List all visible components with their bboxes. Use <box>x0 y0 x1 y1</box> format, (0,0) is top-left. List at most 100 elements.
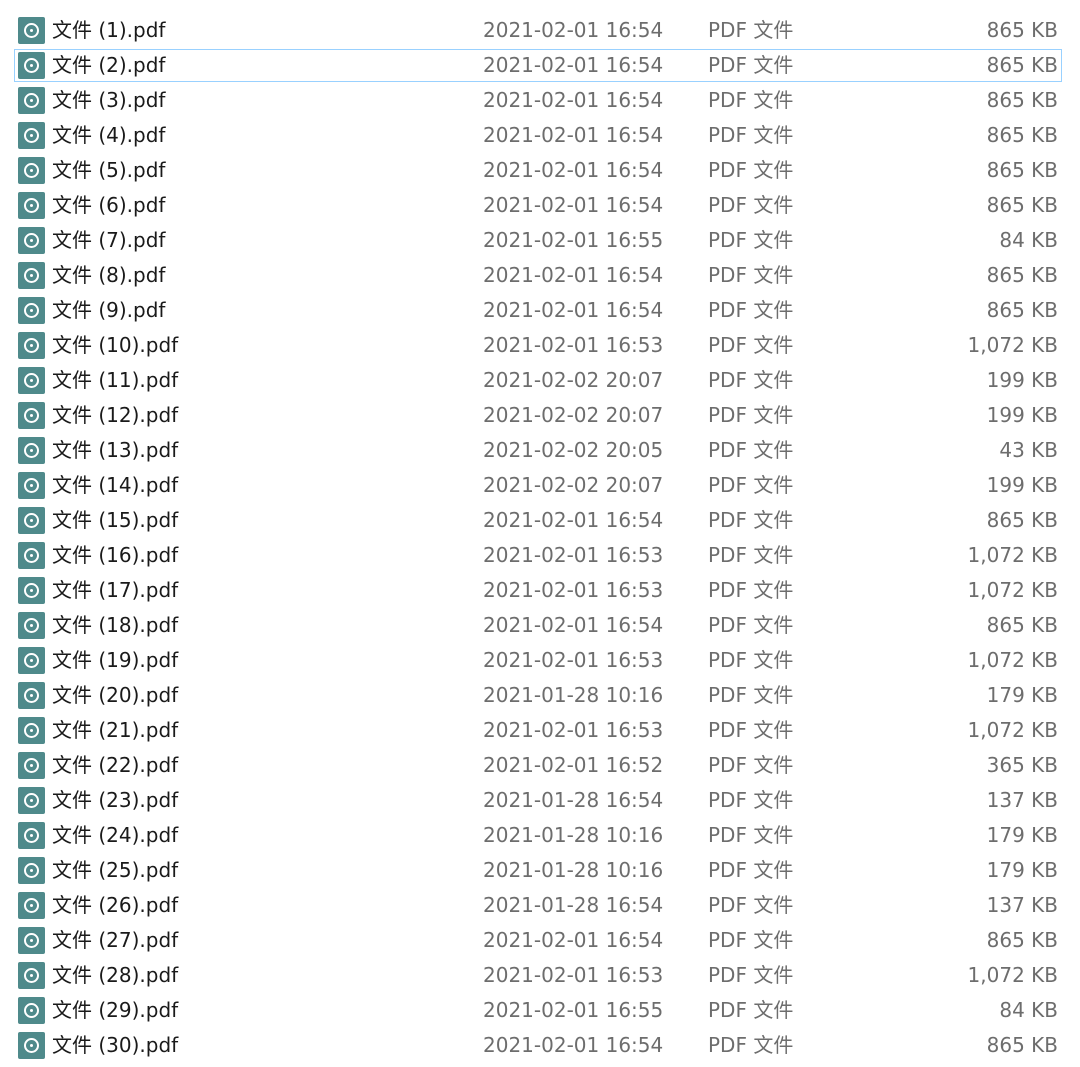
file-name: 文件 (12).pdf <box>52 403 179 427</box>
file-row[interactable]: 文件 (29).pdf 2021-02-01 16:55 PDF 文件 84 K… <box>0 994 1080 1029</box>
pdf-file-icon <box>18 1032 45 1059</box>
file-row[interactable]: 文件 (11).pdf 2021-02-02 20:07 PDF 文件 199 … <box>0 364 1080 399</box>
file-row[interactable]: 文件 (7).pdf 2021-02-01 16:55 PDF 文件 84 KB <box>0 224 1080 259</box>
pdf-file-icon <box>18 472 45 499</box>
file-type: PDF 文件 <box>708 508 794 532</box>
file-size: 179 KB <box>986 858 1058 882</box>
file-type: PDF 文件 <box>708 333 794 357</box>
file-size: 865 KB <box>986 298 1058 322</box>
file-name: 文件 (8).pdf <box>52 263 166 287</box>
file-type: PDF 文件 <box>708 963 794 987</box>
pdf-file-icon <box>18 962 45 989</box>
file-name: 文件 (1).pdf <box>52 18 166 42</box>
pdf-file-icon <box>18 787 45 814</box>
file-size: 199 KB <box>986 403 1058 427</box>
file-type: PDF 文件 <box>708 193 794 217</box>
file-row[interactable]: 文件 (6).pdf 2021-02-01 16:54 PDF 文件 865 K… <box>0 189 1080 224</box>
pdf-file-icon <box>18 717 45 744</box>
file-row[interactable]: 文件 (30).pdf 2021-02-01 16:54 PDF 文件 865 … <box>0 1029 1080 1064</box>
pdf-file-icon <box>18 87 45 114</box>
pdf-file-icon <box>18 122 45 149</box>
file-row[interactable]: 文件 (17).pdf 2021-02-01 16:53 PDF 文件 1,07… <box>0 574 1080 609</box>
file-name: 文件 (29).pdf <box>52 998 179 1022</box>
file-size: 84 KB <box>999 228 1058 252</box>
file-row[interactable]: 文件 (26).pdf 2021-01-28 16:54 PDF 文件 137 … <box>0 889 1080 924</box>
file-size: 1,072 KB <box>967 333 1058 357</box>
file-row[interactable]: 文件 (22).pdf 2021-02-01 16:52 PDF 文件 365 … <box>0 749 1080 784</box>
file-name: 文件 (9).pdf <box>52 298 166 322</box>
file-modified-date: 2021-02-01 16:53 <box>483 648 664 672</box>
file-modified-date: 2021-01-28 10:16 <box>483 823 664 847</box>
file-row[interactable]: 文件 (23).pdf 2021-01-28 16:54 PDF 文件 137 … <box>0 784 1080 819</box>
file-size: 365 KB <box>986 753 1058 777</box>
file-row[interactable]: 文件 (25).pdf 2021-01-28 10:16 PDF 文件 179 … <box>0 854 1080 889</box>
pdf-file-icon <box>18 997 45 1024</box>
pdf-file-icon <box>18 157 45 184</box>
file-size: 1,072 KB <box>967 963 1058 987</box>
file-modified-date: 2021-02-01 16:54 <box>483 613 664 637</box>
file-modified-date: 2021-02-01 16:53 <box>483 718 664 742</box>
file-row[interactable]: 文件 (13).pdf 2021-02-02 20:05 PDF 文件 43 K… <box>0 434 1080 469</box>
file-modified-date: 2021-02-01 16:53 <box>483 543 664 567</box>
file-row[interactable]: 文件 (5).pdf 2021-02-01 16:54 PDF 文件 865 K… <box>0 154 1080 189</box>
file-modified-date: 2021-02-01 16:55 <box>483 228 664 252</box>
file-row[interactable]: 文件 (24).pdf 2021-01-28 10:16 PDF 文件 179 … <box>0 819 1080 854</box>
file-row[interactable]: 文件 (12).pdf 2021-02-02 20:07 PDF 文件 199 … <box>0 399 1080 434</box>
file-modified-date: 2021-02-01 16:54 <box>483 193 664 217</box>
file-modified-date: 2021-01-28 10:16 <box>483 683 664 707</box>
file-row[interactable]: 文件 (19).pdf 2021-02-01 16:53 PDF 文件 1,07… <box>0 644 1080 679</box>
file-row[interactable]: 文件 (8).pdf 2021-02-01 16:54 PDF 文件 865 K… <box>0 259 1080 294</box>
file-name: 文件 (15).pdf <box>52 508 179 532</box>
file-modified-date: 2021-02-01 16:54 <box>483 158 664 182</box>
file-modified-date: 2021-02-01 16:52 <box>483 753 664 777</box>
file-row[interactable]: 文件 (15).pdf 2021-02-01 16:54 PDF 文件 865 … <box>0 504 1080 539</box>
pdf-file-icon <box>18 437 45 464</box>
file-row[interactable]: 文件 (1).pdf 2021-02-01 16:54 PDF 文件 865 K… <box>0 14 1080 49</box>
pdf-file-icon <box>18 682 45 709</box>
file-size: 1,072 KB <box>967 578 1058 602</box>
file-row[interactable]: 文件 (2).pdf 2021-02-01 16:54 PDF 文件 865 K… <box>0 49 1080 84</box>
file-modified-date: 2021-02-01 16:53 <box>483 963 664 987</box>
file-modified-date: 2021-02-01 16:54 <box>483 18 664 42</box>
file-modified-date: 2021-02-02 20:05 <box>483 438 664 462</box>
file-modified-date: 2021-02-01 16:54 <box>483 263 664 287</box>
file-name: 文件 (18).pdf <box>52 613 179 637</box>
file-size: 84 KB <box>999 998 1058 1022</box>
file-row[interactable]: 文件 (14).pdf 2021-02-02 20:07 PDF 文件 199 … <box>0 469 1080 504</box>
file-modified-date: 2021-02-01 16:53 <box>483 578 664 602</box>
file-name: 文件 (19).pdf <box>52 648 179 672</box>
file-type: PDF 文件 <box>708 403 794 427</box>
pdf-file-icon <box>18 927 45 954</box>
file-row[interactable]: 文件 (18).pdf 2021-02-01 16:54 PDF 文件 865 … <box>0 609 1080 644</box>
file-row[interactable]: 文件 (3).pdf 2021-02-01 16:54 PDF 文件 865 K… <box>0 84 1080 119</box>
pdf-file-icon <box>18 647 45 674</box>
file-name: 文件 (3).pdf <box>52 88 166 112</box>
file-type: PDF 文件 <box>708 718 794 742</box>
file-row[interactable]: 文件 (20).pdf 2021-01-28 10:16 PDF 文件 179 … <box>0 679 1080 714</box>
pdf-file-icon <box>18 857 45 884</box>
file-row[interactable]: 文件 (16).pdf 2021-02-01 16:53 PDF 文件 1,07… <box>0 539 1080 574</box>
file-row[interactable]: 文件 (27).pdf 2021-02-01 16:54 PDF 文件 865 … <box>0 924 1080 959</box>
file-size: 865 KB <box>986 123 1058 147</box>
file-row[interactable]: 文件 (28).pdf 2021-02-01 16:53 PDF 文件 1,07… <box>0 959 1080 994</box>
file-row[interactable]: 文件 (21).pdf 2021-02-01 16:53 PDF 文件 1,07… <box>0 714 1080 749</box>
pdf-file-icon <box>18 332 45 359</box>
file-name: 文件 (23).pdf <box>52 788 179 812</box>
file-row[interactable]: 文件 (9).pdf 2021-02-01 16:54 PDF 文件 865 K… <box>0 294 1080 329</box>
file-modified-date: 2021-01-28 16:54 <box>483 893 664 917</box>
file-type: PDF 文件 <box>708 18 794 42</box>
file-name: 文件 (4).pdf <box>52 123 166 147</box>
file-name: 文件 (14).pdf <box>52 473 179 497</box>
file-modified-date: 2021-02-01 16:54 <box>483 928 664 952</box>
file-row[interactable]: 文件 (4).pdf 2021-02-01 16:54 PDF 文件 865 K… <box>0 119 1080 154</box>
pdf-file-icon <box>18 367 45 394</box>
file-size: 179 KB <box>986 683 1058 707</box>
file-name: 文件 (25).pdf <box>52 858 179 882</box>
file-modified-date: 2021-02-01 16:53 <box>483 333 664 357</box>
file-name: 文件 (2).pdf <box>52 53 166 77</box>
file-size: 865 KB <box>986 88 1058 112</box>
file-row[interactable]: 文件 (10).pdf 2021-02-01 16:53 PDF 文件 1,07… <box>0 329 1080 364</box>
file-modified-date: 2021-02-02 20:07 <box>483 403 664 427</box>
pdf-file-icon <box>18 752 45 779</box>
file-type: PDF 文件 <box>708 1033 794 1057</box>
